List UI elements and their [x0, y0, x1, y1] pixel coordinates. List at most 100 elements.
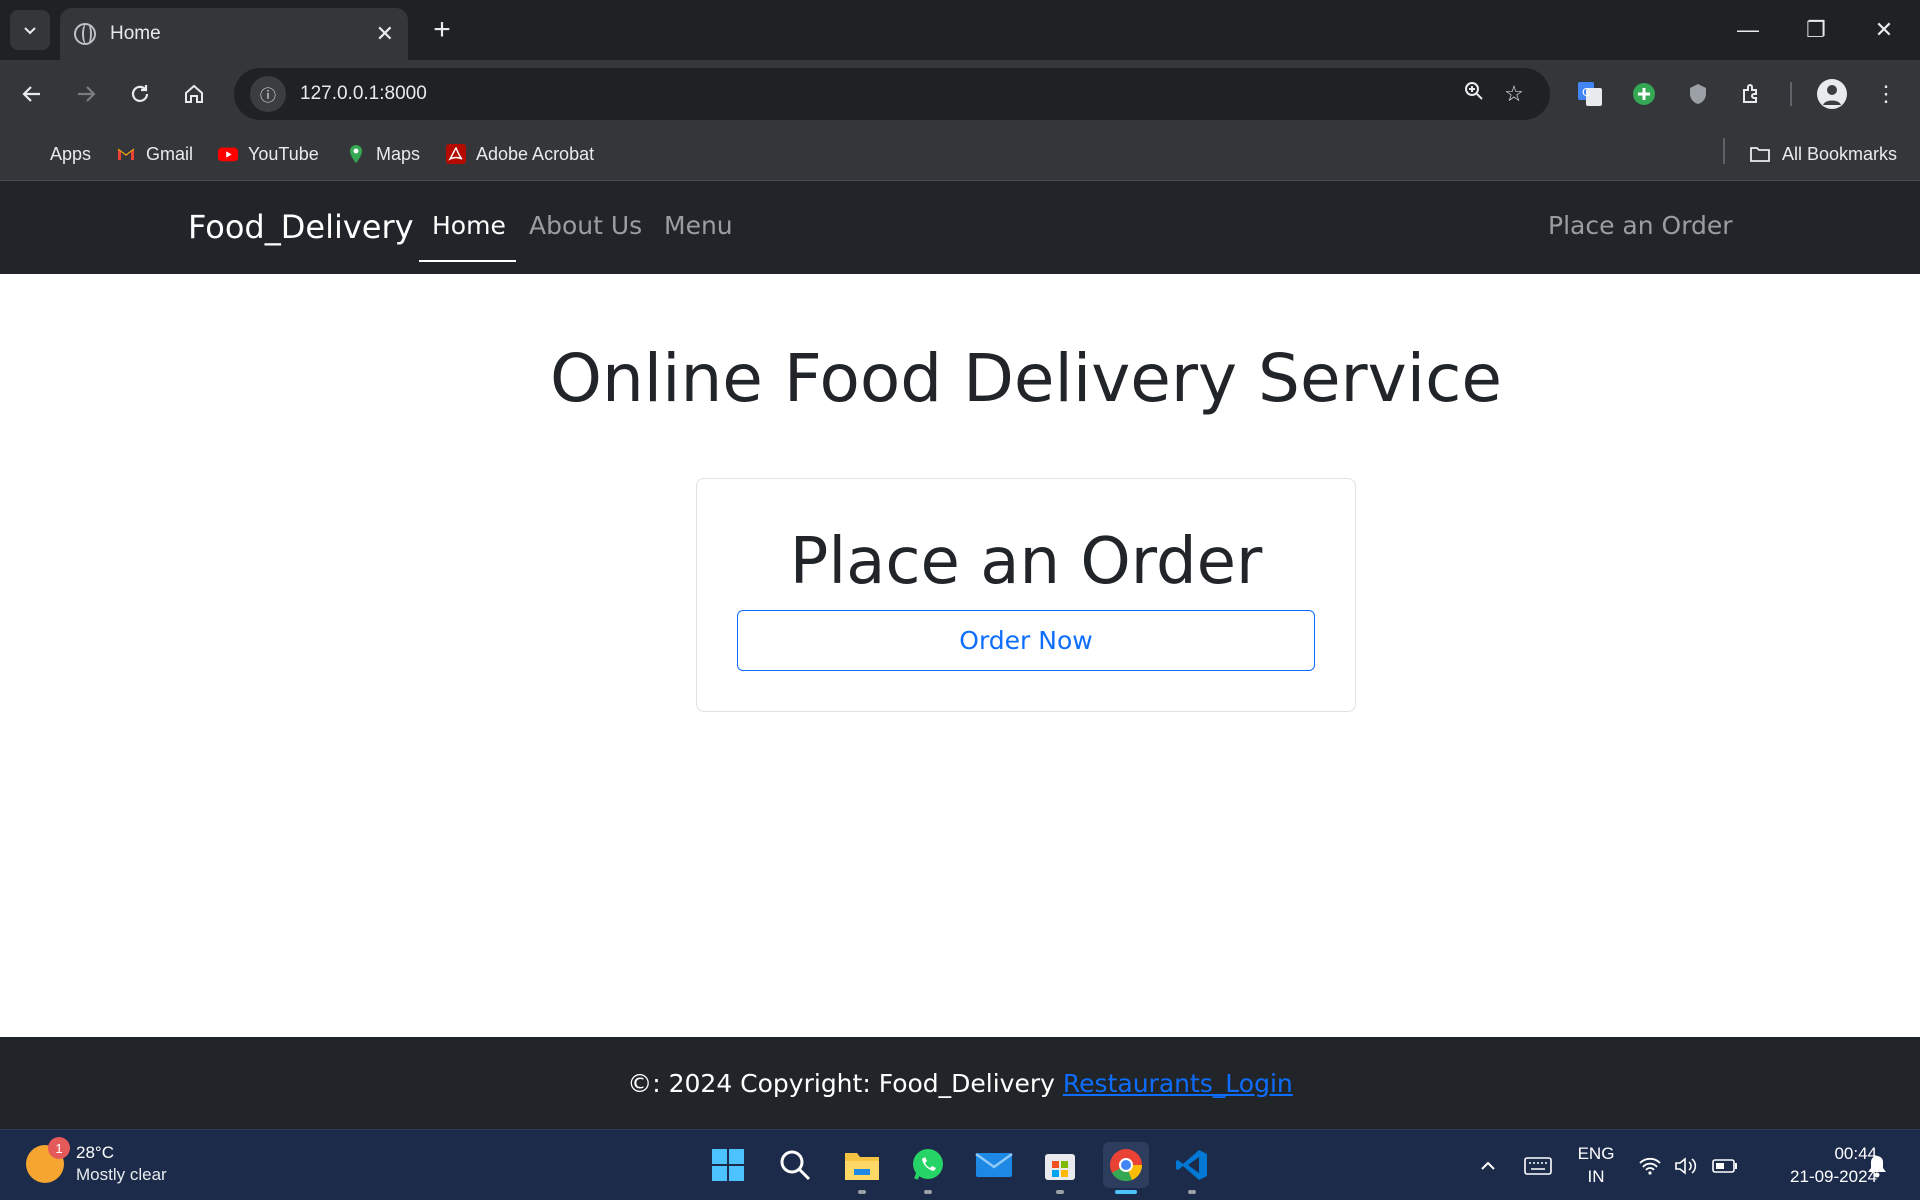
apps-grid-icon: [20, 144, 40, 164]
chevron-up-icon: [1481, 1161, 1495, 1170]
language-indicator[interactable]: ENG IN: [1576, 1142, 1616, 1188]
taskbar-whatsapp[interactable]: [905, 1142, 951, 1194]
bookmark-youtube[interactable]: YouTube: [218, 140, 319, 168]
globe-icon: [74, 23, 96, 45]
arrow-right-icon: [78, 86, 96, 102]
tab-close-icon[interactable]: ✕: [376, 21, 394, 47]
vscode-icon: [1176, 1150, 1207, 1180]
search-icon: [780, 1150, 811, 1181]
order-now-button[interactable]: Order Now: [737, 610, 1315, 671]
running-indicator: [924, 1190, 932, 1194]
browser-tab-home[interactable]: Home ✕: [60, 8, 408, 60]
new-tab-button[interactable]: +: [424, 12, 460, 48]
whatsapp-icon: [913, 1149, 943, 1180]
system-clock[interactable]: 00:44 21-09-2024: [1757, 1142, 1877, 1188]
clock-date: 21-09-2024: [1790, 1167, 1877, 1186]
order-card: Place an Order Order Now: [696, 478, 1356, 712]
bookmark-label: Adobe Acrobat: [476, 143, 595, 164]
home-icon: [185, 84, 203, 103]
taskbar-chrome[interactable]: [1103, 1142, 1149, 1194]
network-status[interactable]: [1638, 1130, 1662, 1201]
bookmark-label: Gmail: [146, 143, 194, 164]
start-button[interactable]: [705, 1142, 751, 1188]
restaurants-login-link[interactable]: Restaurants_Login: [1063, 1069, 1293, 1098]
bookmark-label: Maps: [376, 143, 421, 164]
home-button[interactable]: [174, 74, 214, 114]
extensions-puzzle-icon[interactable]: [1732, 74, 1772, 114]
plus-extension-icon[interactable]: [1624, 74, 1664, 114]
site-brand[interactable]: Food_Delivery: [188, 208, 414, 246]
active-indicator: [1115, 1190, 1137, 1194]
bookmark-adobe-acrobat[interactable]: Adobe Acrobat: [446, 140, 594, 168]
mail-icon: [975, 1152, 1013, 1177]
profile-avatar[interactable]: [1812, 74, 1852, 114]
taskbar-mail[interactable]: [971, 1142, 1017, 1188]
bookmark-label: YouTube: [248, 143, 319, 164]
running-indicator: [1188, 1190, 1196, 1194]
region-code: IN: [1587, 1167, 1605, 1186]
volume-icon: [1675, 1156, 1697, 1175]
running-indicator: [858, 1190, 866, 1194]
svg-text:G: G: [1582, 86, 1591, 99]
tab-search-button[interactable]: [10, 10, 50, 50]
bookmarks-bar: Apps Gmail YouTube Maps Adobe Acrobat Al…: [0, 128, 1920, 181]
nav-menu[interactable]: Menu: [664, 211, 733, 240]
site-info-icon[interactable]: ⓘ: [250, 76, 286, 112]
taskbar-file-explorer[interactable]: [839, 1142, 885, 1194]
close-window-button[interactable]: ✕: [1850, 0, 1918, 60]
all-bookmarks-button[interactable]: All Bookmarks: [1748, 140, 1897, 168]
language-code: ENG: [1577, 1144, 1615, 1163]
wifi-icon: [1639, 1157, 1661, 1175]
reload-icon: [131, 85, 149, 102]
bookmark-label: Apps: [50, 143, 92, 164]
zoom-icon[interactable]: [1454, 80, 1494, 108]
clock-time: 00:44: [1834, 1144, 1877, 1163]
weather-widget[interactable]: 1 28°C Mostly clear: [26, 1137, 167, 1186]
forward-button[interactable]: [66, 74, 106, 114]
bookmark-maps[interactable]: Maps: [346, 140, 420, 168]
keyboard-icon: [1524, 1156, 1552, 1175]
battery-status[interactable]: [1712, 1130, 1738, 1201]
nav-home[interactable]: Home: [432, 211, 506, 240]
order-card-title: Place an Order: [789, 525, 1263, 599]
notifications-button[interactable]: [1866, 1130, 1888, 1201]
arrow-left-icon: [22, 86, 40, 102]
acrobat-icon: [446, 144, 466, 164]
browser-menu-icon[interactable]: ⋮: [1866, 74, 1906, 114]
taskbar-vscode[interactable]: [1169, 1142, 1215, 1194]
shield-extension-icon[interactable]: [1678, 74, 1718, 114]
chrome-icon: [1110, 1149, 1143, 1182]
nav-place-an-order[interactable]: Place an Order: [1548, 211, 1733, 240]
weather-moon-icon: 1: [26, 1137, 70, 1183]
bell-icon: [1868, 1155, 1886, 1177]
folder-icon: [1750, 147, 1770, 162]
bookmark-apps[interactable]: Apps: [20, 140, 91, 168]
google-translate-icon[interactable]: G: [1570, 74, 1610, 114]
tab-title: Home: [110, 23, 161, 44]
footer-copyright: ©: 2024 Copyright: Food_Delivery: [627, 1068, 1055, 1098]
restore-button[interactable]: ❐: [1782, 0, 1850, 60]
tray-overflow-chevron[interactable]: [1478, 1130, 1498, 1201]
weather-condition: Mostly clear: [76, 1165, 167, 1184]
chevron-down-icon: [24, 27, 36, 35]
taskbar-store[interactable]: [1037, 1142, 1083, 1194]
weather-temp: 28°C: [76, 1143, 114, 1162]
address-bar[interactable]: ⓘ 127.0.0.1:8000 ☆: [234, 68, 1550, 120]
maps-pin-icon: [350, 145, 362, 163]
windows-logo-icon: [712, 1149, 744, 1181]
bookmark-gmail[interactable]: Gmail: [116, 140, 193, 168]
volume-status[interactable]: [1674, 1130, 1698, 1201]
running-indicator: [1056, 1190, 1064, 1194]
keyboard-tray[interactable]: [1524, 1130, 1552, 1201]
taskbar-search-button[interactable]: [772, 1142, 818, 1188]
page-heading: Online Food Delivery Service: [550, 340, 1502, 417]
site-navbar: Food_Delivery Home About Us Menu Place a…: [0, 181, 1920, 274]
browser-toolbar: ⓘ 127.0.0.1:8000 ☆ G ⋮: [0, 60, 1920, 128]
nav-about-us[interactable]: About Us: [529, 211, 642, 240]
bookmark-star-icon[interactable]: ☆: [1494, 81, 1534, 107]
gmail-icon: [117, 148, 135, 160]
reload-button[interactable]: [120, 74, 160, 114]
site-footer: ©: 2024 Copyright: Food_Delivery Restaur…: [0, 1037, 1920, 1129]
minimize-button[interactable]: —: [1714, 0, 1782, 60]
back-button[interactable]: [12, 74, 52, 114]
